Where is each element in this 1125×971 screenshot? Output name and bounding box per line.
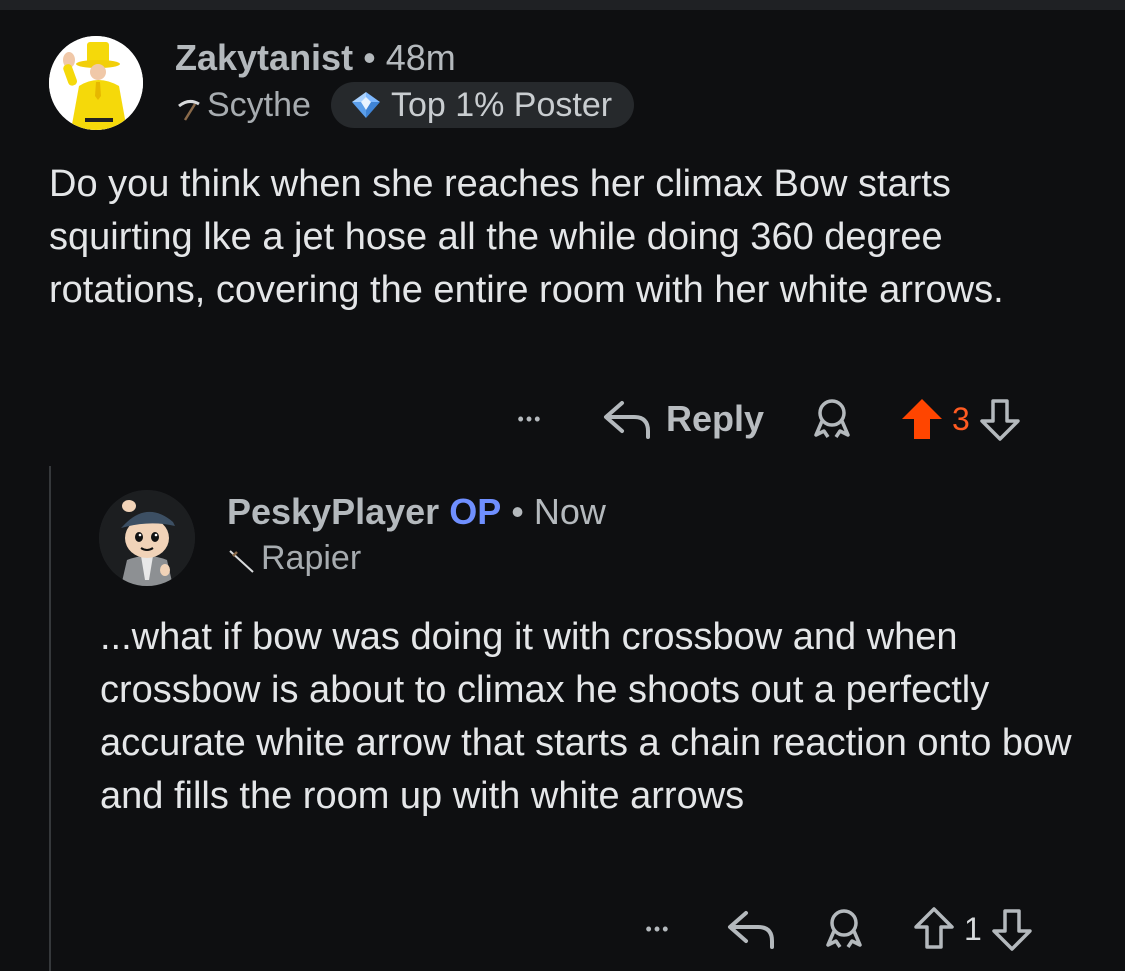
upvote-button[interactable] [900,397,944,441]
award-icon [814,399,850,438]
award-button[interactable] [822,907,866,951]
achievement-badge[interactable]: Top 1% Poster [330,82,635,128]
timestamp: Now [533,491,606,532]
upvote-button[interactable] [912,907,956,951]
downvote-arrow-icon [980,399,1020,441]
comment-actions: ••• 1 [636,904,1034,954]
top-bar [0,0,1125,10]
more-options-button[interactable]: ••• [508,409,552,430]
user-flair-row: Scythe Top 1% Poster [175,82,635,128]
separator-dot: • [511,491,524,532]
avatar[interactable] [49,36,143,130]
vote-count: 1 [964,910,982,947]
rapier-icon [227,544,257,573]
user-flair: Scythe [207,86,311,124]
upvote-arrow-icon [914,907,954,949]
comment-meta: Zakytanist • 48m [175,38,456,78]
separator-dot: • [363,37,376,78]
avatar[interactable] [99,490,195,586]
thread-line[interactable] [49,466,51,971]
reply-button[interactable] [726,907,776,951]
downvote-button[interactable] [978,397,1022,441]
user-flair: Rapier [261,539,362,577]
award-icon [826,909,862,948]
user-flair-row: Rapier [227,538,361,578]
comment-body: ...what if bow was doing it with crossbo… [100,616,1072,817]
scythe-icon [175,91,203,121]
comment-body: Do you think when she reaches her climax… [49,163,1004,311]
man-in-yellow-hat-avatar-image [49,36,143,130]
reply-arrow-icon [604,401,650,439]
more-dots-icon: ••• [517,408,543,429]
timestamp: 48m [385,37,456,78]
more-dots-icon: ••• [645,918,671,939]
more-options-button[interactable]: ••• [636,919,680,940]
award-button[interactable] [810,397,854,441]
comment-meta: PeskyPlayer OP • Now [227,492,606,532]
reply-button[interactable]: Reply [602,397,764,441]
comment-actions: ••• Reply 3 [508,394,1022,444]
reply-arrow-icon [728,911,774,949]
vote-count: 3 [952,400,970,437]
downvote-arrow-icon [992,909,1032,951]
username[interactable]: PeskyPlayer [227,491,439,532]
upvote-arrow-icon [902,399,943,439]
downvote-button[interactable] [990,907,1034,951]
top-poster-badge-icon [351,92,380,118]
username[interactable]: Zakytanist [175,37,353,78]
op-tag: OP [449,491,502,532]
achievement-label: Top 1% Poster [390,86,613,124]
reply-label: Reply [666,398,765,439]
cartoon-character-avatar-image [99,490,195,586]
